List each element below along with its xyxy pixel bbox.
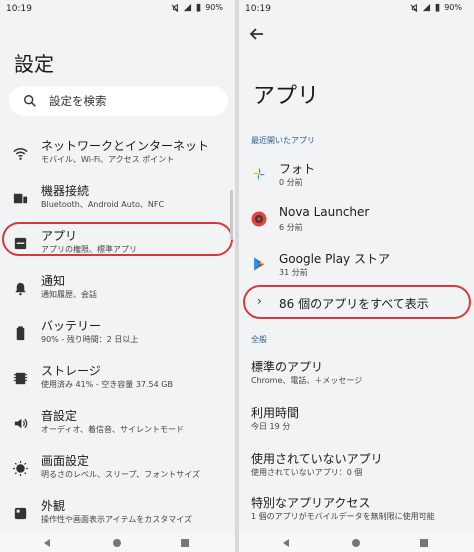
- recents-nav-icon[interactable]: [419, 538, 429, 548]
- battery-status-icon: [435, 3, 440, 12]
- search-placeholder: 設定を検索: [49, 94, 107, 108]
- signal-icon: [423, 3, 431, 12]
- volume-icon: [14, 418, 28, 429]
- recents-nav-icon[interactable]: [180, 538, 190, 548]
- devices-icon: [13, 193, 28, 204]
- settings-screen: 10:19 90% 設定 設定を検索 ネットワークとインターネット モバイル、W…: [0, 0, 235, 552]
- settings-item-apps[interactable]: アプリ アプリの権限、標準アプリ: [0, 223, 235, 267]
- battery-percent: 90%: [205, 3, 223, 12]
- wifi-icon: [13, 148, 28, 160]
- general-item-default-apps[interactable]: 標準のアプリ Chrome、電話、＋メッセージ: [239, 354, 474, 394]
- palette-icon: [14, 507, 27, 520]
- settings-item-display[interactable]: 画面設定 明るさのレベル、スリープ、フォントサイズ: [0, 448, 235, 492]
- display-icon: [12, 460, 29, 477]
- back-nav-icon[interactable]: [281, 538, 291, 548]
- back-arrow-icon[interactable]: [247, 24, 267, 44]
- signal-icon: [184, 3, 192, 12]
- navigation-bar: [239, 534, 474, 552]
- recent-app-photos[interactable]: フォト 0 分前: [239, 156, 474, 196]
- back-nav-icon[interactable]: [42, 538, 52, 548]
- search-icon: [24, 95, 36, 107]
- settings-item-appearance[interactable]: 外観 操作性や画面表示アイテムをカスタマイズ: [0, 493, 235, 537]
- status-time: 10:19: [245, 4, 271, 14]
- mute-icon: [171, 3, 179, 12]
- battery-status-icon: [196, 3, 201, 12]
- general-item-special-access[interactable]: 特別なアプリアクセス 1 個のアプリがモバイルデータを無制限に使用可能: [239, 490, 474, 530]
- google-photos-icon: [253, 168, 265, 180]
- chevron-right-icon: ›: [257, 294, 262, 308]
- home-nav-icon[interactable]: [351, 538, 361, 548]
- mute-icon: [410, 3, 418, 12]
- settings-item-network[interactable]: ネットワークとインターネット モバイル、Wi-Fi、アクセス ポイント: [0, 133, 235, 177]
- page-title: 設定: [14, 52, 54, 76]
- status-time: 10:19: [6, 4, 32, 14]
- apps-icon: [14, 237, 27, 250]
- bell-icon: [15, 282, 26, 296]
- status-bar: 10:19 90%: [0, 0, 235, 18]
- search-bar[interactable]: 設定を検索: [9, 86, 228, 116]
- recent-apps-header: 最近開いたアプリ: [251, 136, 315, 145]
- settings-item-battery[interactable]: バッテリー 90% - 残り時間：2 日以上: [0, 313, 235, 357]
- see-all-apps-button[interactable]: › 86 個のアプリをすべて表示: [247, 287, 469, 317]
- settings-item-notifications[interactable]: 通知 通知履歴、会話: [0, 268, 235, 312]
- general-header: 全般: [251, 335, 267, 344]
- apps-screen: 10:19 90% アプリ 最近開いたアプリ フォト 0 分前 Nova Lau…: [239, 0, 474, 552]
- settings-item-storage[interactable]: ストレージ 使用済み 41% - 空き容量 37.54 GB: [0, 358, 235, 402]
- recent-app-play-store[interactable]: Google Play ストア 31 分前: [239, 246, 474, 286]
- scrollbar[interactable]: [230, 190, 233, 240]
- play-store-icon: [254, 257, 264, 271]
- settings-item-devices[interactable]: 機器接続 Bluetooth、Android Auto、NFC: [0, 178, 235, 222]
- battery-percent: 90%: [444, 3, 462, 12]
- recent-app-nova-launcher[interactable]: Nova Launcher 6 分前: [239, 201, 474, 241]
- battery-icon: [16, 326, 25, 341]
- storage-icon: [13, 372, 28, 385]
- nova-launcher-icon: [251, 211, 267, 227]
- status-bar: 10:19 90%: [239, 0, 474, 18]
- home-nav-icon[interactable]: [112, 538, 122, 548]
- general-item-screen-time[interactable]: 利用時間 今日 19 分: [239, 400, 474, 440]
- settings-item-sound[interactable]: 音設定 オーディオ、着信音、サイレントモード: [0, 403, 235, 447]
- navigation-bar: [0, 534, 235, 552]
- general-item-unused-apps[interactable]: 使用されていないアプリ 使用されていないアプリ：0 個: [239, 446, 474, 486]
- page-title: アプリ: [253, 84, 320, 109]
